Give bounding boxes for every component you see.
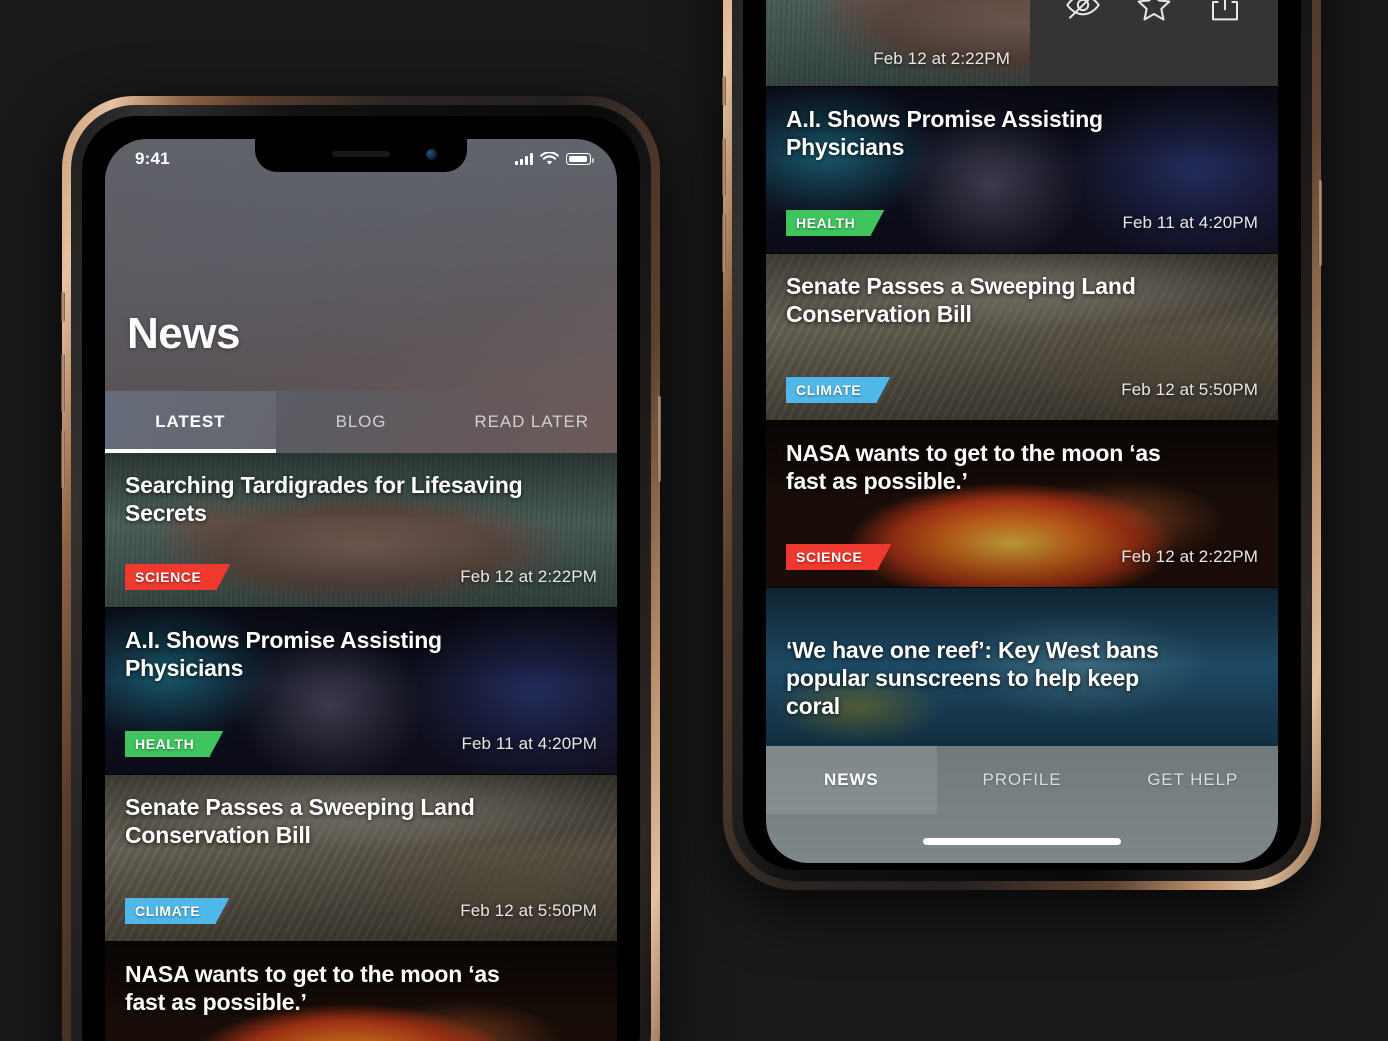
category-tag[interactable]: HEALTH	[786, 210, 872, 236]
news-card[interactable]: A.I. Shows Promise Assisting Physicians …	[766, 87, 1278, 254]
signal-bars-icon	[515, 153, 533, 165]
battery-icon	[566, 153, 594, 165]
card-title: Senate Passes a Sweeping Land Conservati…	[786, 273, 1136, 328]
bottom-tab-bar: NEWS PROFILE GET HELP	[766, 746, 1278, 863]
silent-switch-button[interactable]	[61, 292, 65, 322]
card-date: Feb 12 at 5:50PM	[1121, 380, 1258, 399]
tab-latest[interactable]: LATEST	[105, 391, 276, 453]
category-tag[interactable]: SCIENCE	[786, 544, 879, 570]
card-title: ‘We have one reef’: Key West bans popula…	[786, 637, 1159, 720]
card-date: Feb 12 at 2:22PM	[873, 49, 1010, 68]
news-card[interactable]: ‘We have one reef’: Key West bans popula…	[766, 588, 1278, 755]
right-phone-device: es for Lifesaving Feb 12 at 2:22PM	[722, 0, 1322, 890]
tab-read-later[interactable]: READ LATER	[446, 391, 617, 453]
volume-up-button[interactable]	[61, 354, 65, 412]
card-date: Feb 11 at 4:20PM	[461, 734, 597, 753]
page-title: News	[127, 309, 240, 358]
news-card[interactable]: A.I. Shows Promise Assisting Physicians …	[105, 608, 617, 775]
favorite-star-icon[interactable]	[1134, 0, 1174, 25]
wifi-icon	[540, 152, 559, 165]
swipe-action-bar	[1030, 0, 1278, 86]
news-feed[interactable]: Searching Tardigrades for Lifesaving Sec…	[105, 453, 617, 1041]
left-phone-screen: 9:41 News LATEST BLOG READ LATER Searchi…	[105, 139, 617, 1041]
card-title: NASA wants to get to the moon ‘as fast a…	[786, 440, 1161, 495]
card-title: A.I. Shows Promise Assisting Physicians	[786, 106, 1103, 161]
news-card[interactable]: NASA wants to get to the moon ‘as fast a…	[766, 421, 1278, 588]
card-date: Feb 12 at 5:50PM	[460, 901, 597, 920]
card-date: Feb 11 at 4:20PM	[1122, 213, 1258, 232]
segment-tabs: LATEST BLOG READ LATER	[105, 391, 617, 453]
category-tag[interactable]: SCIENCE	[125, 564, 218, 590]
news-card[interactable]: NASA wants to get to the moon ‘as fast a…	[105, 942, 617, 1041]
home-indicator[interactable]	[923, 838, 1121, 845]
tabbar-item-get-help[interactable]: GET HELP	[1107, 746, 1278, 814]
tabbar-item-news[interactable]: NEWS	[766, 746, 937, 814]
card-title: Senate Passes a Sweeping Land Conservati…	[125, 794, 475, 849]
news-card[interactable]: Senate Passes a Sweeping Land Conservati…	[766, 254, 1278, 421]
news-header: News	[105, 139, 617, 391]
category-tag[interactable]: CLIMATE	[125, 898, 217, 924]
tab-blog[interactable]: BLOG	[276, 391, 447, 453]
card-date: Feb 12 at 2:22PM	[460, 567, 597, 586]
tabbar-item-profile[interactable]: PROFILE	[937, 746, 1108, 814]
news-feed[interactable]: es for Lifesaving Feb 12 at 2:22PM	[766, 0, 1278, 755]
status-time: 9:41	[135, 149, 170, 168]
volume-down-button[interactable]	[61, 430, 65, 488]
left-phone-device: 9:41 News LATEST BLOG READ LATER Searchi…	[61, 96, 661, 1041]
card-title: NASA wants to get to the moon ‘as fast a…	[125, 961, 500, 1016]
news-card-swiped[interactable]: es for Lifesaving Feb 12 at 2:22PM	[766, 0, 1278, 87]
news-card[interactable]: Searching Tardigrades for Lifesaving Sec…	[105, 453, 617, 608]
card-title: Searching Tardigrades for Lifesaving Sec…	[125, 472, 523, 527]
hide-icon[interactable]	[1063, 0, 1103, 25]
screenshot-stage: 9:41 News LATEST BLOG READ LATER Searchi…	[0, 0, 1388, 1041]
status-icons	[515, 152, 594, 166]
news-card[interactable]: Senate Passes a Sweeping Land Conservati…	[105, 775, 617, 942]
share-icon[interactable]	[1205, 0, 1245, 25]
card-title: A.I. Shows Promise Assisting Physicians	[125, 627, 442, 682]
status-bar: 9:41	[105, 139, 617, 175]
power-button[interactable]	[657, 396, 661, 482]
volume-down-button[interactable]	[722, 214, 726, 272]
silent-switch-button[interactable]	[722, 76, 726, 106]
power-button[interactable]	[1318, 180, 1322, 266]
volume-up-button[interactable]	[722, 138, 726, 196]
right-phone-screen: es for Lifesaving Feb 12 at 2:22PM	[766, 0, 1278, 863]
category-tag[interactable]: CLIMATE	[786, 377, 878, 403]
card-date: Feb 12 at 2:22PM	[1121, 547, 1258, 566]
category-tag[interactable]: HEALTH	[125, 731, 211, 757]
